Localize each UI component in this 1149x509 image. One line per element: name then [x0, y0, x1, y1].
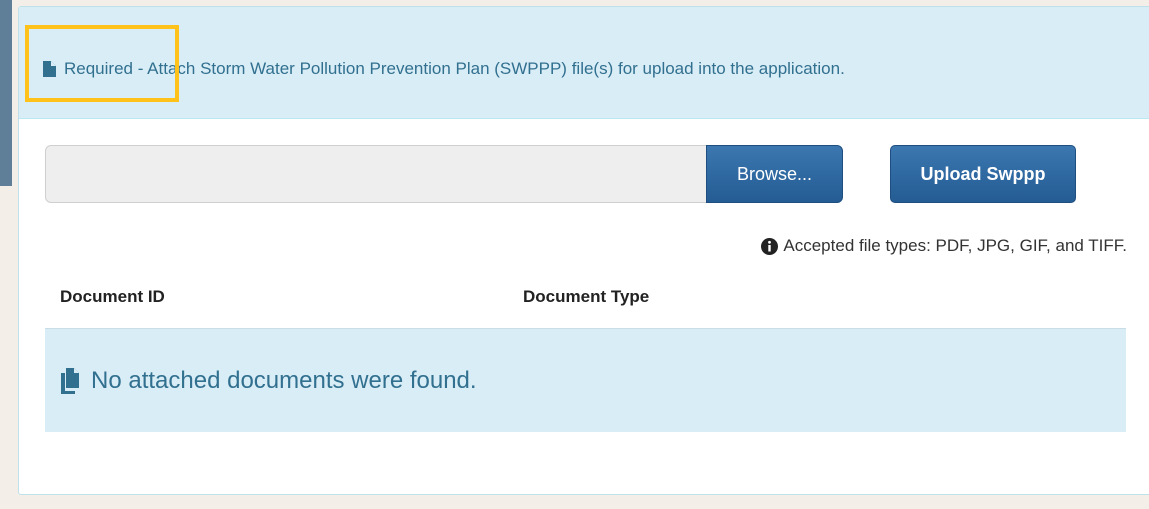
files-icon: [61, 367, 79, 394]
browse-button[interactable]: Browse...: [706, 145, 843, 203]
accepted-file-types: Accepted file types: PDF, JPG, GIF, and …: [761, 236, 1127, 256]
empty-documents-message: No attached documents were found.: [91, 366, 477, 394]
accepted-file-types-label: Accepted file types: PDF, JPG, GIF, and …: [783, 236, 1127, 255]
info-circle-icon: [761, 237, 779, 255]
required-heading-label: Required - Attach Storm Water Pollution …: [64, 59, 845, 78]
column-header-document-type: Document Type: [523, 287, 650, 306]
upload-swppp-button[interactable]: Upload Swppp: [890, 145, 1076, 203]
file-path-input[interactable]: [45, 145, 709, 203]
background-shade: [0, 0, 12, 186]
column-header-document-id: Document ID: [60, 287, 165, 306]
panel-heading: Required - Attach Storm Water Pollution …: [19, 7, 1149, 119]
empty-documents-row: No attached documents were found.: [45, 328, 1126, 432]
highlight-annotation: [25, 25, 179, 102]
